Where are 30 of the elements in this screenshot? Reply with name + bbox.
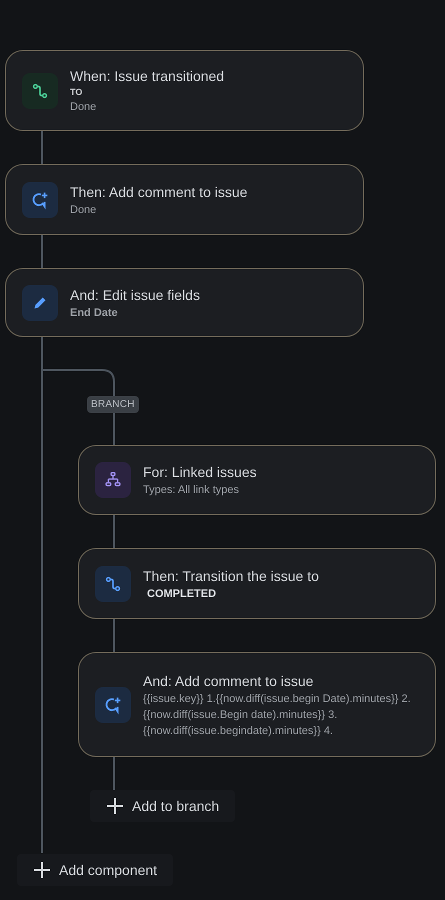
step-detail: Types: All link types — [143, 483, 240, 498]
rule-card[interactable]: Then: Transition the issue to COMPLETED — [78, 548, 436, 619]
comment-add-icon — [22, 182, 58, 218]
route-icon — [22, 72, 58, 108]
step-detail: Done — [70, 100, 98, 115]
rule-card[interactable]: For: Linked issues Types: All link types — [78, 445, 436, 515]
add-button[interactable]: Add component — [17, 854, 174, 886]
plus-icon — [33, 861, 51, 879]
rule-card[interactable]: And: Add comment to issue {{issue.key}} 1.{{now.diff(issue.begin Date).minutes}} 2.{{now.diff(issue.Begin date).minutes}} 3. {{now.diff(issue.begindate).minutes}} 4. — [78, 652, 436, 757]
step-title: And: Edit issue fields — [70, 286, 200, 304]
plus-icon — [106, 797, 124, 815]
rule-card[interactable]: And: Edit issue fields End Date — [5, 268, 364, 337]
rule-card[interactable]: Then: Add comment to issue Done — [5, 164, 364, 235]
step-detail: COMPLETED — [146, 586, 218, 602]
step-title: For: Linked issues — [143, 463, 257, 482]
step-title: When: Issue transitioned — [70, 67, 224, 86]
step-detail: End Date — [70, 306, 119, 320]
step-title: Then: Add comment to issue — [70, 182, 248, 202]
comment-add-icon — [95, 686, 131, 722]
step-detail: TO — [70, 86, 84, 99]
step-title: And: Add comment to issue — [143, 672, 314, 690]
add-button[interactable]: Add to branch — [90, 790, 236, 822]
step-title: Then: Transition the issue to — [143, 566, 319, 586]
route-icon — [95, 566, 131, 602]
branch-badge: BRANCH — [87, 396, 139, 413]
step-detail: {{issue.key}} 1.{{now.diff(issue.begin Date).minutes}} 2.{{now.diff(issue.Begin date).minutes}} 3. {{now.diff(issue.begindate).minutes}} 4. — [143, 692, 412, 738]
hierarchy-icon — [95, 462, 131, 498]
pencil-icon — [22, 284, 58, 320]
step-detail: Done — [70, 202, 98, 218]
rule-card[interactable]: When: Issue transitioned TO Done — [5, 50, 364, 131]
